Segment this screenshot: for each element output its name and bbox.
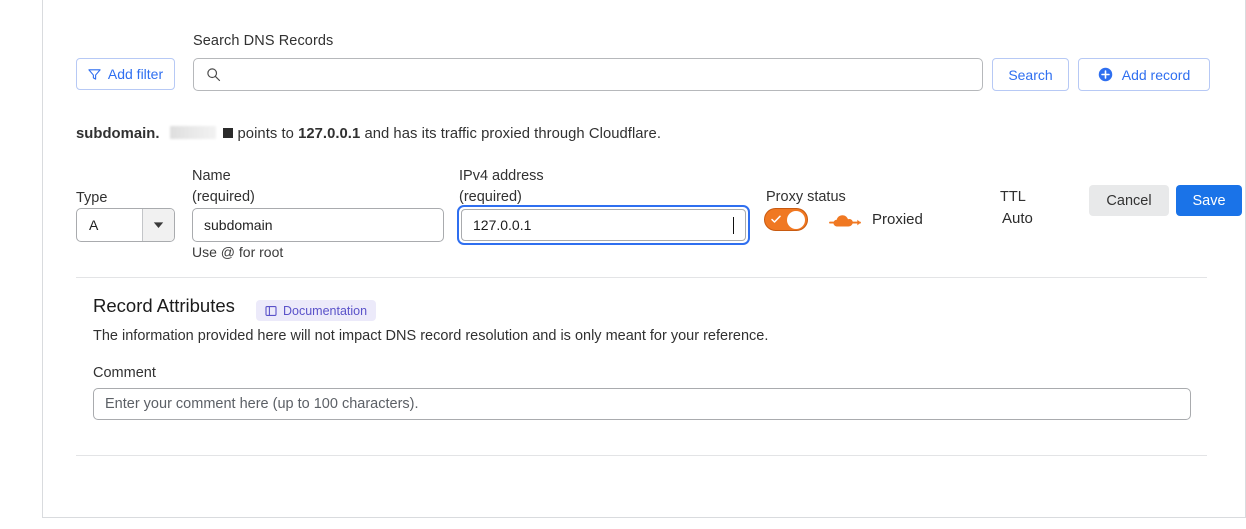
proxy-status-group: Proxied — [764, 208, 923, 231]
add-record-button[interactable]: Add record — [1078, 58, 1210, 91]
record-attributes-heading: Record Attributes — [93, 295, 235, 316]
record-type-value: A — [89, 217, 99, 233]
add-filter-label: Add filter — [107, 66, 164, 82]
comment-input[interactable] — [93, 388, 1191, 420]
name-label-line2: (required) — [192, 189, 255, 205]
record-attributes-description: The information provided here will not i… — [93, 328, 769, 344]
redaction-square-icon — [222, 128, 233, 138]
ipv4-address-field[interactable] — [461, 209, 746, 241]
toggle-knob — [787, 210, 805, 229]
search-dns-records-box[interactable] — [193, 58, 983, 91]
filter-funnel-icon — [88, 68, 101, 80]
plus-circle-icon — [1098, 67, 1112, 82]
ipv4-address-input[interactable] — [473, 210, 734, 240]
divider-above-footer — [76, 455, 1207, 456]
record-card: Search DNS Records Add filter Search Add… — [42, 0, 1246, 518]
comment-label: Comment — [93, 365, 156, 381]
record-fields-row: Type Name (required) IPv4 address (requi… — [76, 160, 1207, 268]
type-label: Type — [76, 190, 108, 206]
summary-ip: 127.0.0.1 — [298, 126, 361, 142]
name-label-line1: Name — [192, 168, 231, 184]
record-type-select[interactable]: A — [76, 208, 175, 242]
text-caret — [733, 216, 734, 234]
cloudflare-cloud-proxied-icon — [829, 214, 861, 226]
ttl-value: Auto — [1002, 210, 1033, 227]
record-summary-line: subdomain. points to 127.0.0.1 and has it… — [76, 126, 1207, 142]
name-label: Name (required) — [192, 166, 255, 208]
save-button[interactable]: Save — [1176, 185, 1242, 216]
record-name-input[interactable] — [192, 208, 444, 242]
documentation-badge[interactable]: Documentation — [256, 300, 377, 321]
cancel-button[interactable]: Cancel — [1089, 185, 1169, 216]
search-icon — [207, 68, 221, 82]
summary-points-to: points to — [237, 126, 294, 142]
check-icon — [771, 215, 781, 223]
ttl-label: TTL — [1000, 189, 1026, 205]
search-input[interactable] — [221, 59, 972, 90]
ipv4-label: IPv4 address (required) — [459, 166, 544, 208]
search-button[interactable]: Search — [992, 58, 1069, 91]
summary-subdomain: subdomain. — [76, 126, 160, 142]
name-hint-text: Use @ for root — [192, 244, 284, 260]
add-record-label: Add record — [1121, 66, 1191, 83]
ipv4-address-field-focus-ring — [457, 205, 750, 245]
documentation-badge-label: Documentation — [283, 303, 368, 318]
search-dns-records-label: Search DNS Records — [193, 33, 334, 49]
book-icon — [265, 305, 277, 316]
dns-record-editor-screen: Search DNS Records Add filter Search Add… — [0, 0, 1246, 529]
redacted-domain-block — [169, 126, 216, 139]
proxy-status-toggle[interactable] — [764, 208, 808, 231]
chevron-down-icon[interactable] — [142, 209, 174, 241]
summary-tail: and has its traffic proxied through Clou… — [364, 126, 661, 142]
ipv4-label-line1: IPv4 address — [459, 168, 544, 184]
dns-toolbar: Search DNS Records Add filter Search Add… — [76, 28, 1210, 91]
add-filter-button[interactable]: Add filter — [76, 58, 175, 90]
proxy-status-label: Proxy status — [766, 189, 846, 205]
divider-above-attributes — [76, 277, 1207, 278]
proxy-status-text: Proxied — [872, 211, 923, 228]
